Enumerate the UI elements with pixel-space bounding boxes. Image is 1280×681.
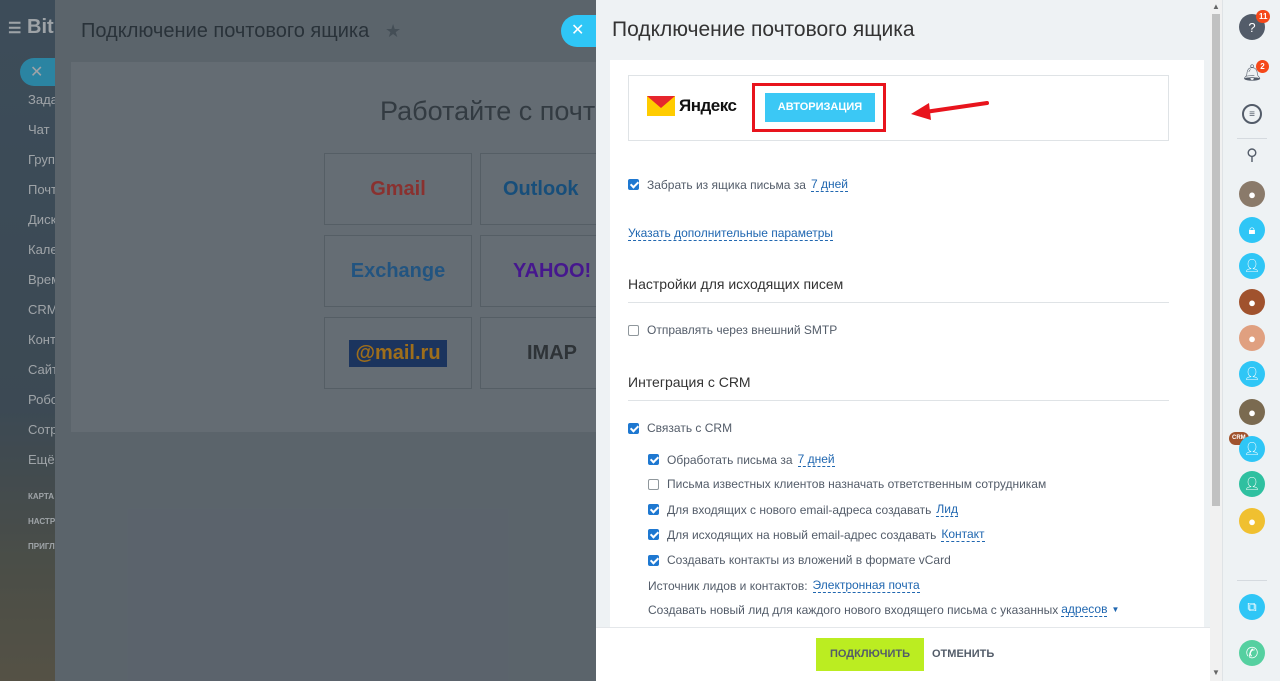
avatar[interactable]: ● <box>1239 181 1265 207</box>
provider-box: Яндекс АВТОРИЗАЦИЯ <box>628 75 1169 141</box>
avatar[interactable]: ● <box>1239 508 1265 534</box>
crm-option-row[interactable]: Обработать письма за 7 дней <box>648 452 835 467</box>
chat-icon[interactable]: ≡ <box>1242 104 1262 124</box>
new-lead-row: Создавать новый лид для каждого нового в… <box>648 602 1119 617</box>
avatar[interactable]: ● <box>1239 325 1265 351</box>
user-icon[interactable]: 👤︎ <box>1239 436 1265 462</box>
authorize-button[interactable]: АВТОРИЗАЦИЯ <box>765 93 875 122</box>
crm-option-row[interactable]: Создавать контакты из вложений в формате… <box>648 553 951 567</box>
user-clock-icon[interactable]: 👤︎ <box>1239 361 1265 387</box>
avatar[interactable]: ● <box>1239 399 1265 425</box>
provider-name: Яндекс <box>679 96 737 115</box>
smtp-checkbox[interactable] <box>628 324 639 336</box>
dropdown-icon[interactable]: ▼ <box>1111 605 1119 614</box>
red-arrow-icon <box>911 101 989 120</box>
slider-footer: ПОДКЛЮЧИТЬ ОТМЕНИТЬ <box>596 627 1222 681</box>
outgoing-section-title: Настройки для исходящих писем <box>628 276 1169 303</box>
slider-content: Яндекс АВТОРИЗАЦИЯ Забрать из ящика пись… <box>610 60 1204 630</box>
crm-option-row[interactable]: Письма известных клиентов назначать отве… <box>648 477 1046 491</box>
user-icon[interactable]: 👤︎ <box>1239 471 1265 497</box>
fetch-mail-period-link[interactable]: 7 дней <box>810 177 848 192</box>
crm-option-checkbox[interactable] <box>648 478 659 490</box>
connect-button[interactable]: ПОДКЛЮЧИТЬ <box>816 638 924 671</box>
right-sidebar: ? 11 🔔︎ 2 ≡ ⚲ ● 🔒︎ 👤︎ ● ● 👤︎ ● CRM 👤︎ 👤︎… <box>1222 0 1280 681</box>
crm-option-checkbox[interactable] <box>648 554 659 566</box>
notify-badge: 2 <box>1256 60 1269 73</box>
fetch-mail-row[interactable]: Забрать из ящика письма за 7 дней <box>628 177 848 192</box>
scrollbar[interactable]: ▲ ▼ <box>1210 0 1222 681</box>
link-crm-checkbox[interactable] <box>628 422 639 434</box>
cancel-button[interactable]: ОТМЕНИТЬ <box>932 638 994 671</box>
crm-option-label: Для исходящих на новый email-адрес созда… <box>667 527 937 542</box>
link-crm-row[interactable]: Связать с CRM <box>628 421 732 435</box>
crm-option-label: Письма известных клиентов назначать отве… <box>667 477 1047 491</box>
fetch-mail-label: Забрать из ящика письма за <box>647 177 806 192</box>
crm-section-title: Интеграция с CRM <box>628 374 1169 401</box>
lead-source-link[interactable]: Электронная почта <box>812 578 920 593</box>
lead-source-row: Источник лидов и контактов: Электронная … <box>648 578 920 593</box>
outgoing-entity-link[interactable]: Контакт <box>941 527 985 542</box>
close-icon: ✕ <box>571 22 585 39</box>
crm-option-checkbox[interactable] <box>648 504 659 515</box>
smtp-row[interactable]: Отправлять через внешний SMTP <box>628 323 837 337</box>
lock-icon[interactable]: 🔒︎ <box>1239 217 1265 243</box>
fetch-mail-checkbox[interactable] <box>628 179 639 190</box>
lead-source-label: Источник лидов и контактов: <box>648 578 808 593</box>
close-slider-button[interactable]: ✕ <box>561 15 597 47</box>
copy-icon[interactable]: ⧉ <box>1239 594 1265 620</box>
overlay <box>0 0 596 681</box>
crm-option-label: Для входящих с нового email-адреса созда… <box>667 502 932 517</box>
mailbox-slider: Подключение почтового ящика Яндекс АВТОР… <box>596 0 1222 681</box>
phone-icon[interactable]: ✆ <box>1239 640 1265 666</box>
incoming-entity-link[interactable]: Лид <box>936 502 958 517</box>
smtp-label: Отправлять через внешний SMTP <box>647 323 838 337</box>
envelope-icon <box>647 96 675 116</box>
extra-params-row: Указать дополнительные параметры <box>628 226 834 241</box>
search-icon[interactable]: ⚲ <box>1239 142 1265 168</box>
process-period-link[interactable]: 7 дней <box>797 452 835 467</box>
new-lead-label: Создавать новый лид для каждого нового в… <box>648 602 1059 617</box>
user-icon[interactable]: 👤︎ <box>1239 253 1265 279</box>
extra-params-link[interactable]: Указать дополнительные параметры <box>628 226 834 241</box>
yandex-logo: Яндекс <box>647 96 737 116</box>
crm-option-label: Обработать письма за <box>667 452 793 467</box>
link-crm-label: Связать с CRM <box>647 421 733 435</box>
slider-title: Подключение почтового ящика <box>612 18 915 41</box>
help-badge: 11 <box>1256 10 1271 23</box>
crm-option-checkbox[interactable] <box>648 529 659 540</box>
scroll-up-icon[interactable]: ▲ <box>1212 2 1220 11</box>
crm-option-checkbox[interactable] <box>648 454 659 465</box>
crm-option-row[interactable]: Для исходящих на новый email-адрес созда… <box>648 527 985 542</box>
scroll-thumb[interactable] <box>1212 14 1220 506</box>
avatar[interactable]: ● <box>1239 289 1265 315</box>
crm-option-label: Создавать контакты из вложений в формате… <box>667 553 951 567</box>
divider <box>1237 138 1267 139</box>
scroll-down-icon[interactable]: ▼ <box>1212 668 1220 677</box>
crm-option-row[interactable]: Для входящих с нового email-адреса созда… <box>648 502 958 517</box>
divider <box>1237 580 1267 581</box>
auth-highlight: АВТОРИЗАЦИЯ <box>752 83 886 132</box>
new-lead-link[interactable]: адресов <box>1061 602 1108 617</box>
